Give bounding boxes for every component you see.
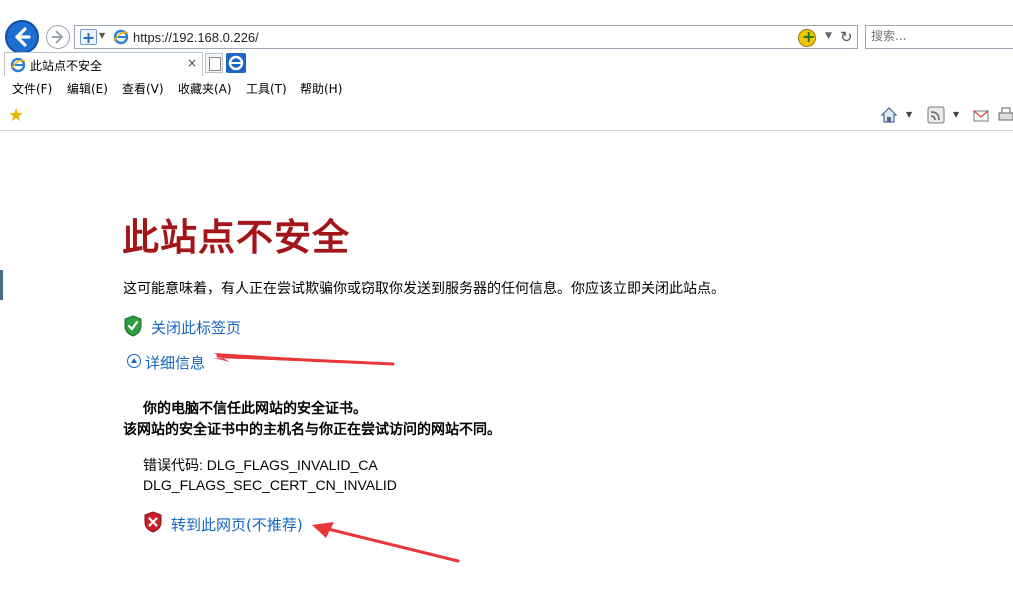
collapse-up-icon xyxy=(127,354,141,368)
favorites-star-icon[interactable]: ★ xyxy=(8,105,24,126)
command-bar: ★ ▼ ▼ xyxy=(0,101,1013,129)
address-bar[interactable]: ▼ https://192.168.0.226/ ▼ ↻ xyxy=(74,25,858,49)
detail-cert-untrusted: 你的电脑不信任此网站的安全证书。 xyxy=(143,401,367,417)
details-link[interactable]: 详细信息 xyxy=(145,352,205,373)
shield-dropdown-icon[interactable]: ▼ xyxy=(99,31,105,40)
annotation-arrow-goto xyxy=(312,522,460,563)
goto-page-link[interactable]: 转到此网页(不推荐) xyxy=(171,514,303,535)
back-arrow-icon xyxy=(15,27,31,47)
compatibility-view-icon[interactable] xyxy=(798,27,816,47)
menu-tools[interactable]: 工具(T) xyxy=(246,80,287,97)
tab-title: 此站点不安全 xyxy=(30,59,103,73)
tab-strip: 此站点不安全 × xyxy=(0,52,1013,76)
background-window-edge xyxy=(0,270,3,300)
error-code-block: 错误代码: DLG_FLAGS_INVALID_CA DLG_FLAGS_SEC… xyxy=(143,455,397,495)
annotation-arrow-details xyxy=(214,349,395,366)
menu-view[interactable]: 查看(V) xyxy=(122,80,164,97)
search-input[interactable] xyxy=(871,29,1011,43)
error-code-line1: 错误代码: DLG_FLAGS_INVALID_CA xyxy=(143,457,378,473)
forward-button[interactable] xyxy=(46,25,70,49)
ie-logo-icon[interactable] xyxy=(226,53,246,73)
detail-hostname-mismatch: 该网站的安全证书中的主机名与你正在尝试访问的网站不同。 xyxy=(123,422,501,438)
green-shield-check-icon xyxy=(124,315,142,337)
read-mail-icon[interactable] xyxy=(972,106,990,124)
menu-favorites[interactable]: 收藏夹(A) xyxy=(178,80,232,97)
back-button[interactable] xyxy=(5,20,39,54)
menu-bar: 文件(F) 编辑(E) 查看(V) 收藏夹(A) 工具(T) 帮助(H) xyxy=(0,78,1013,98)
menu-file[interactable]: 文件(F) xyxy=(12,80,52,97)
close-tab-link[interactable]: 关闭此标签页 xyxy=(151,317,241,338)
ie-tab-icon xyxy=(10,57,26,73)
page-title: 此站点不安全 xyxy=(122,216,350,259)
address-dropdown-icon[interactable]: ▼ xyxy=(825,31,832,41)
security-shield-icon[interactable] xyxy=(80,29,97,45)
address-url[interactable]: https://192.168.0.226/ xyxy=(133,30,259,45)
error-code-line2: DLG_FLAGS_SEC_CERT_CN_INVALID xyxy=(143,477,397,493)
home-dropdown-icon[interactable]: ▼ xyxy=(906,110,912,119)
refresh-icon[interactable]: ↻ xyxy=(840,28,853,46)
menu-help[interactable]: 帮助(H) xyxy=(300,80,342,97)
tab-current[interactable]: 此站点不安全 × xyxy=(4,52,203,76)
rss-feed-icon[interactable] xyxy=(927,106,945,124)
warning-description: 这可能意味着，有人正在尝试欺骗你或窃取你发送到服务器的任何信息。你应该立即关闭此… xyxy=(123,281,725,297)
browser-chrome: ▼ https://192.168.0.226/ ▼ ↻ 此站点不安全 × xyxy=(0,0,1013,131)
print-icon[interactable] xyxy=(997,106,1013,124)
tab-close-icon[interactable]: × xyxy=(187,56,197,70)
feed-dropdown-icon[interactable]: ▼ xyxy=(953,110,959,119)
menu-edit[interactable]: 编辑(E) xyxy=(67,80,108,97)
search-box[interactable] xyxy=(865,25,1013,49)
ie-page-icon xyxy=(113,29,129,45)
home-icon[interactable] xyxy=(880,106,898,124)
red-shield-x-icon xyxy=(144,511,162,533)
new-tab-button[interactable] xyxy=(205,53,223,73)
forward-arrow-icon xyxy=(52,30,64,44)
